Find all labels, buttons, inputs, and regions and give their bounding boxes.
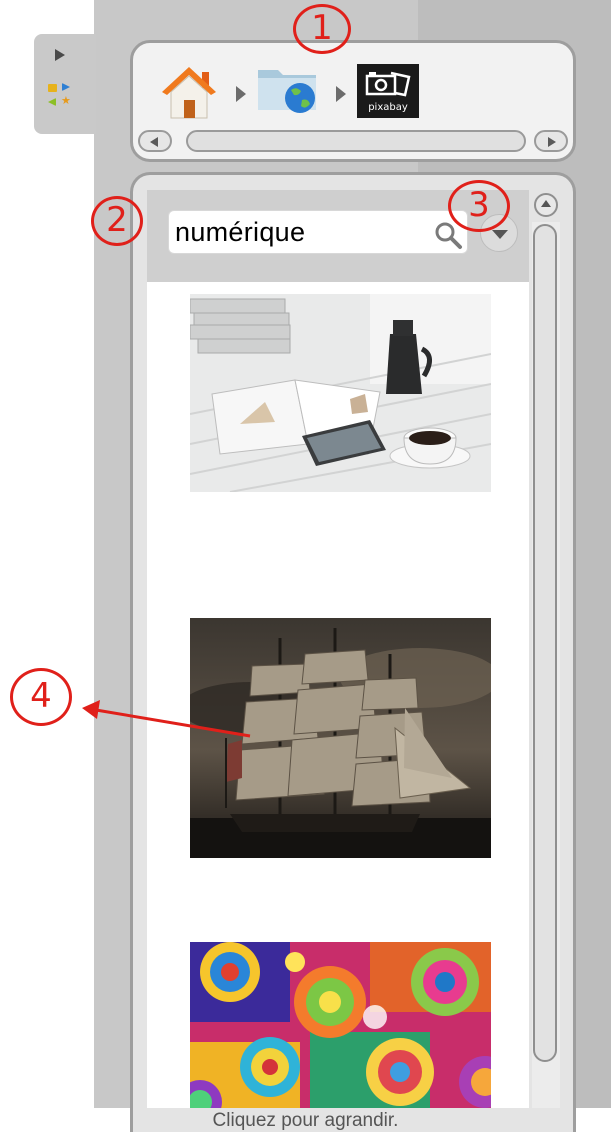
breadcrumb-separator-icon [336, 86, 346, 102]
scroll-right-button[interactable] [534, 130, 568, 152]
breadcrumb-separator-icon [236, 86, 246, 102]
result-thumbnail-mandala[interactable] [190, 942, 491, 1108]
globe-folder-icon[interactable] [256, 60, 322, 116]
horizontal-scrollbar[interactable] [138, 128, 568, 154]
folder-mini-icon [48, 84, 57, 92]
back-mini-icon [48, 98, 56, 106]
image-caption: Cliquez pour agrandir. [212, 1110, 399, 1131]
search-input-value: numérique [175, 216, 306, 247]
pixabay-label: pixabay [368, 102, 408, 113]
scroll-left-button[interactable] [138, 130, 172, 152]
search-input[interactable]: numérique [168, 210, 468, 254]
annotation-4: 4 [10, 668, 72, 726]
camera-icon [365, 71, 411, 97]
annotation-1: 1 [293, 4, 351, 54]
result-thumbnail-desk[interactable] [190, 294, 491, 492]
image-results-list [147, 282, 529, 1108]
vertical-scroll-thumb[interactable] [533, 224, 557, 1062]
pixabay-source-tile[interactable]: pixabay [357, 64, 419, 118]
star-mini-icon: ★ [61, 94, 71, 107]
annotation-4-arrow-icon [82, 700, 251, 738]
annotation-2: 2 [91, 196, 143, 246]
annotation-3: 3 [448, 180, 510, 232]
expand-arrow-icon[interactable] [55, 49, 65, 61]
horizontal-scroll-thumb[interactable] [186, 130, 526, 152]
play-mini-icon [62, 83, 70, 91]
tool-palette-tab[interactable]: ★ [34, 34, 96, 134]
home-icon[interactable] [160, 64, 218, 120]
scroll-up-button[interactable] [534, 193, 558, 217]
